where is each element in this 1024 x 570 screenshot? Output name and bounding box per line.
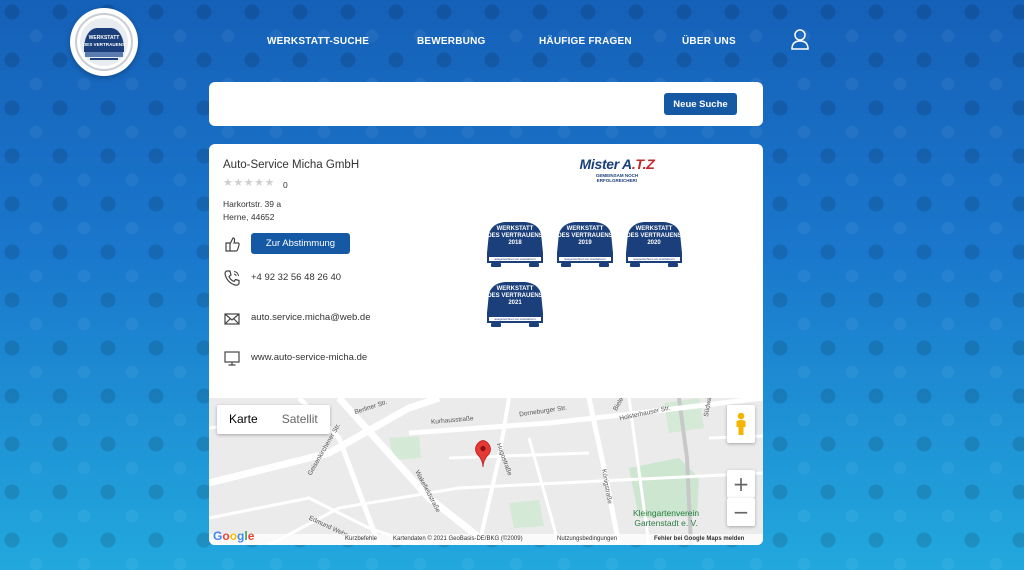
rating-stars: ★★★★★ bbox=[223, 177, 275, 189]
google-map[interactable]: Berliner Str. Kurhausstraße Dorneburger … bbox=[209, 398, 763, 545]
award-badge-2021: WERKSTATT DES VERTRAUENS 2021 ausgezeichne… bbox=[485, 279, 545, 329]
map-report-link[interactable]: Fehler bei Google Maps melden bbox=[654, 536, 744, 542]
zoom-in-button[interactable]: + bbox=[727, 470, 755, 498]
phone-number[interactable]: +4 92 32 56 48 26 40 bbox=[251, 272, 341, 283]
business-name: Auto-Service Micha GmbH bbox=[223, 159, 360, 171]
search-bar-card: Neue Suche bbox=[209, 82, 763, 126]
partner-name-accent: .T.Z bbox=[631, 156, 655, 172]
zoom-out-button[interactable]: − bbox=[727, 498, 755, 526]
street-view-pegman[interactable] bbox=[727, 405, 755, 443]
map-terms-link[interactable]: Nutzungsbedingungen bbox=[557, 536, 617, 542]
partner-name-main: Mister A bbox=[579, 156, 633, 172]
nav-item-bewerbung[interactable]: BEWERBUNG bbox=[417, 36, 485, 47]
partner-slogan: GEMEINSAM NOCH ERFOLGREICHER! bbox=[595, 173, 639, 183]
map-attribution: Kartendaten © 2021 GeoBasis-DE/BKG (©200… bbox=[393, 536, 523, 542]
mister-atz-logo: Mister A.T.Z GEMEINSAM NOCH ERFOLGREICHE… bbox=[577, 156, 657, 186]
map-type-toggle: Karte Satellit bbox=[217, 405, 330, 434]
map-poi-label: Kleingartenverein Gartenstadt e. V. bbox=[633, 508, 700, 528]
award-badge-2018: WERKSTATT DES VERTRAUENS 2018 ausgezeichne… bbox=[485, 219, 545, 269]
nav-item-werkstatt-suche[interactable]: WERKSTATT-SUCHE bbox=[267, 36, 369, 47]
vote-hand-icon bbox=[225, 237, 240, 252]
address-city: Herne, 44652 bbox=[223, 212, 275, 222]
rating-count: 0 bbox=[283, 180, 288, 190]
map-footer: Kurzbefehle Kartendaten © 2021 GeoBasis-… bbox=[209, 534, 763, 545]
map-marker-icon[interactable] bbox=[475, 440, 491, 468]
award-badge-2020: WERKSTATT DES VERTRAUENS 2020 ausgezeichne… bbox=[624, 219, 684, 269]
email-link[interactable]: auto.service.micha@web.de bbox=[251, 312, 370, 323]
award-badge-2019: WERKSTATT DES VERTRAUENS 2019 ausgezeichne… bbox=[555, 219, 615, 269]
google-logo[interactable]: Google bbox=[213, 529, 254, 543]
vote-button[interactable]: Zur Abstimmung bbox=[251, 233, 350, 254]
monitor-icon bbox=[224, 351, 240, 366]
workshop-detail-card: Auto-Service Micha GmbH ★★★★★ 0 Harkorts… bbox=[209, 144, 763, 545]
phone-icon bbox=[224, 270, 240, 286]
pegman-icon bbox=[736, 412, 746, 435]
address-street: Harkortstr. 39 a bbox=[223, 199, 282, 209]
website-link[interactable]: www.auto-service-micha.de bbox=[251, 352, 367, 363]
user-account-icon[interactable] bbox=[790, 28, 810, 50]
main-nav: WERKSTATT-SUCHE BEWERBUNG HÄUFIGE FRAGEN… bbox=[0, 36, 1024, 50]
map-tab-satellit[interactable]: Satellit bbox=[270, 405, 330, 434]
map-tab-karte[interactable]: Karte bbox=[217, 405, 270, 434]
new-search-button[interactable]: Neue Suche bbox=[664, 93, 737, 115]
nav-item-haeufige-fragen[interactable]: HÄUFIGE FRAGEN bbox=[539, 36, 632, 47]
nav-item-ueber-uns[interactable]: ÜBER UNS bbox=[682, 36, 736, 47]
email-icon bbox=[224, 313, 240, 325]
map-shortcuts-link[interactable]: Kurzbefehle bbox=[345, 536, 377, 542]
